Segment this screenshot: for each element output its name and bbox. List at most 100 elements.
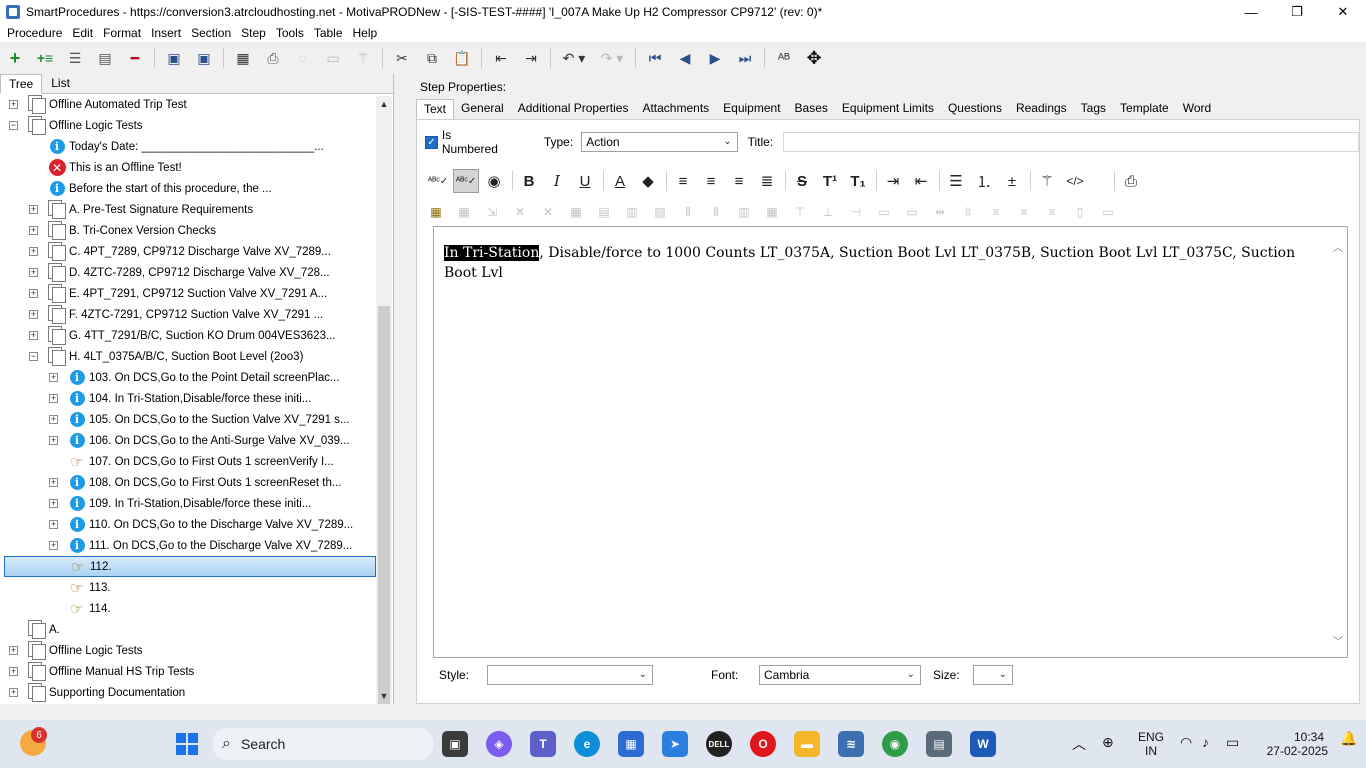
expand-icon[interactable]: +	[49, 436, 58, 445]
tree-node[interactable]: ☞ 114.	[4, 598, 376, 619]
tree-node[interactable]: i Before the start of this procedure, the…	[4, 178, 376, 199]
valign-middle-icon[interactable]: ≡	[1013, 202, 1035, 222]
tab-equipment[interactable]: Equipment	[716, 99, 787, 119]
step-text-editor[interactable]: In Tri-Station, Disable/force to 1000 Co…	[433, 226, 1348, 658]
row-height-icon[interactable]: ⇳	[957, 202, 979, 222]
title-input[interactable]	[783, 132, 1359, 152]
menu-help[interactable]: Help	[348, 26, 383, 40]
refresh-icon[interactable]: ◌	[292, 47, 314, 69]
tree-node[interactable]: + B. Tri-Conex Version Checks	[4, 220, 376, 241]
bullet-list-icon[interactable]: ☰	[943, 169, 969, 193]
insert-row-below-icon[interactable]: ⊥	[817, 202, 839, 222]
tab-additional-properties[interactable]: Additional Properties	[511, 99, 636, 119]
menu-procedure[interactable]: Procedure	[2, 26, 67, 40]
cell-props-icon[interactable]: ▧	[649, 202, 671, 222]
app-window-icon[interactable]: ▤	[926, 731, 952, 757]
highlight-color-icon[interactable]: ◆	[635, 169, 661, 193]
minimize-button[interactable]: —	[1228, 0, 1274, 24]
file-explorer-icon[interactable]: ▬	[794, 731, 820, 757]
bold-icon[interactable]: B	[516, 169, 542, 193]
merge-icon[interactable]: ▭	[873, 202, 895, 222]
next-icon[interactable]: ▶	[704, 47, 726, 69]
tree-node[interactable]: ☞ 112.	[4, 556, 376, 577]
tree-node[interactable]: A.	[4, 619, 376, 640]
save-all-icon[interactable]: ▣	[163, 47, 185, 69]
expand-icon[interactable]: +	[9, 667, 18, 676]
store-icon[interactable]: ▦	[618, 731, 644, 757]
save-icon[interactable]: ▣	[193, 47, 215, 69]
tab-list[interactable]: List	[42, 73, 79, 93]
tree-node[interactable]: − H. 4LT_0375A/B/C, Suction Boot Level (2…	[4, 346, 376, 367]
task-view-icon[interactable]: ▣	[442, 731, 468, 757]
expand-icon[interactable]: +	[49, 499, 58, 508]
insert-row-above-icon[interactable]: ⊤	[789, 202, 811, 222]
previous-icon[interactable]: ◀	[674, 47, 696, 69]
print-icon[interactable]: ⎙	[262, 47, 284, 69]
tab-template[interactable]: Template	[1113, 99, 1176, 119]
copy-icon[interactable]: ⧉	[421, 47, 443, 69]
expand-icon[interactable]: +	[49, 394, 58, 403]
tree-node[interactable]: + i 106. On DCS,Go to the Anti-Surge Valve…	[4, 430, 376, 451]
first-icon[interactable]: ⏮	[644, 47, 666, 69]
collapse-icon[interactable]: −	[29, 352, 38, 361]
expand-icon[interactable]: +	[29, 247, 38, 256]
style-select[interactable]: ⌄	[487, 665, 653, 685]
export-icon[interactable]: ▦	[232, 47, 254, 69]
tree-node[interactable]: + Offline Automated Trip Test	[4, 94, 376, 115]
tree-node[interactable]: + F. 4ZTC-7291, CP9712 Suction Valve XV_7…	[4, 304, 376, 325]
tree-node[interactable]: + E. 4PT_7291, CP9712 Suction Valve XV_72…	[4, 283, 376, 304]
cut-icon[interactable]: ✂	[391, 47, 413, 69]
tree-node[interactable]: i Today's Date: _________________________…	[4, 136, 376, 157]
split-cells-icon[interactable]: ✕	[509, 202, 531, 222]
expand-icon[interactable]: +	[49, 520, 58, 529]
copilot-icon[interactable]: ◈	[486, 731, 512, 757]
align-center-icon[interactable]: ≡	[698, 169, 724, 193]
battery-icon[interactable]: ▭	[1226, 734, 1239, 751]
italic-icon[interactable]: I	[544, 169, 570, 193]
decrease-indent-icon[interactable]: ⇤	[908, 169, 934, 193]
tab-questions[interactable]: Questions	[941, 99, 1009, 119]
justify-icon[interactable]: ≣	[754, 169, 780, 193]
menu-section[interactable]: Section	[186, 26, 236, 40]
move-icon[interactable]: ✥	[803, 47, 825, 69]
table-props-icon[interactable]: ▦	[453, 202, 475, 222]
tree-node[interactable]: ☞ 113.	[4, 577, 376, 598]
paste-icon[interactable]: 📋	[451, 47, 473, 69]
scroll-thumb[interactable]	[378, 306, 390, 704]
menu-edit[interactable]: Edit	[67, 26, 98, 40]
valign-top-icon[interactable]: ≡	[985, 202, 1007, 222]
tree-node[interactable]: + C. 4PT_7289, CP9712 Discharge Valve XV_…	[4, 241, 376, 262]
column-icon[interactable]: ▯	[1069, 202, 1091, 222]
row-bar-icon[interactable]: ▭	[1097, 202, 1119, 222]
size-select[interactable]: ⌄	[973, 665, 1013, 685]
tree-node[interactable]: + i 111. On DCS,Go to the Discharge Valve …	[4, 535, 376, 556]
notifications-icon[interactable]: 🔔	[1340, 730, 1357, 747]
tree-node[interactable]: + i 104. In Tri-Station,Disable/force thes…	[4, 388, 376, 409]
strikethrough-icon[interactable]: S	[789, 169, 815, 193]
window-icon[interactable]: ▭	[322, 47, 344, 69]
insert-table-icon[interactable]: ▦	[425, 202, 447, 222]
maximize-button[interactable]: ❐	[1274, 0, 1320, 24]
subscript-icon[interactable]: T₁	[845, 169, 871, 193]
column-props-icon[interactable]: ▥	[621, 202, 643, 222]
add-step-icon[interactable]: +	[4, 47, 26, 69]
underline-icon[interactable]: U	[572, 169, 598, 193]
tree-node[interactable]: + Offline Logic Tests	[4, 640, 376, 661]
delete-table-icon[interactable]: ✕	[537, 202, 559, 222]
teams-icon[interactable]: T	[530, 731, 556, 757]
last-icon[interactable]: ⏭	[734, 47, 756, 69]
dell-icon[interactable]: DELL	[706, 731, 732, 757]
chrome-icon[interactable]: ◉	[882, 731, 908, 757]
spellcheck-icon[interactable]: ᴬᴮᶜ✓	[425, 169, 451, 193]
tab-text[interactable]: Text	[416, 99, 455, 119]
chevron-down-icon[interactable]: ﹀	[1331, 633, 1345, 649]
expand-icon[interactable]: +	[29, 331, 38, 340]
remote-desktop-icon[interactable]: ➤	[662, 731, 688, 757]
outline-icon[interactable]: ▤	[94, 47, 116, 69]
edge-icon[interactable]: e	[574, 731, 600, 757]
align-left-icon[interactable]: ≡	[670, 169, 696, 193]
tab-attachments[interactable]: Attachments	[635, 99, 716, 119]
tree-node[interactable]: + i 103. On DCS,Go to the Point Detail scr…	[4, 367, 376, 388]
valign-bottom-icon[interactable]: ≡	[1041, 202, 1063, 222]
collapse-icon[interactable]: −	[9, 121, 18, 130]
